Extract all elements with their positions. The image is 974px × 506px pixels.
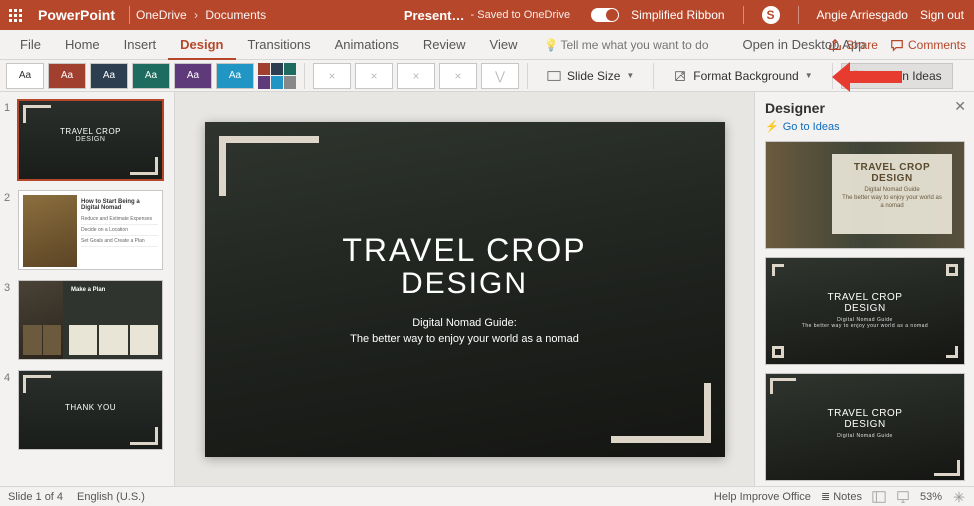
fit-to-window-icon[interactable] [952, 490, 966, 504]
tab-transitions[interactable]: Transitions [236, 30, 323, 60]
breadcrumb[interactable]: OneDrive › Documents [136, 8, 266, 22]
slide-size-button[interactable]: Slide Size▼ [536, 63, 645, 89]
format-background-button[interactable]: Format Background▼ [662, 63, 823, 89]
thumb-number: 1 [4, 100, 14, 180]
sign-out-link[interactable]: Sign out [920, 8, 964, 22]
variant-thumb-1[interactable]: × [313, 63, 351, 89]
thumb-number: 3 [4, 280, 14, 360]
tab-review[interactable]: Review [411, 30, 478, 60]
chevron-right-icon: › [194, 8, 198, 22]
workspace: 1 TRAVEL CROPDESIGN 2 How to Start Being… [0, 92, 974, 486]
help-improve-link[interactable]: Help Improve Office [714, 491, 811, 503]
user-name[interactable]: Angie Arriesgado [817, 8, 908, 22]
slide-counter[interactable]: Slide 1 of 4 [8, 491, 63, 503]
thumb-number: 2 [4, 190, 14, 270]
share-button[interactable]: Share [828, 38, 878, 52]
variant-more-button[interactable]: ⋁ [481, 63, 519, 89]
design-idea-1[interactable]: TRAVEL CROPDESIGNDigital Nomad GuideThe … [765, 141, 965, 249]
design-idea-3[interactable]: TRAVEL CROPDESIGNDigital Nomad Guide [765, 373, 965, 481]
separator [798, 6, 799, 24]
slide-thumbnail-panel[interactable]: 1 TRAVEL CROPDESIGN 2 How to Start Being… [0, 92, 175, 486]
go-to-ideas-link[interactable]: Go to Ideas [765, 120, 964, 133]
slide-canvas-area[interactable]: TRAVEL CROP DESIGN Digital Nomad Guide:T… [175, 92, 754, 486]
language-status[interactable]: English (U.S.) [77, 491, 145, 503]
design-ideas-icon [852, 69, 866, 83]
theme-thumb-5[interactable]: Aa [174, 63, 212, 89]
separator [832, 63, 833, 89]
slide-thumb-3[interactable]: Make a Plan [18, 280, 163, 360]
zoom-level[interactable]: 53% [920, 491, 942, 503]
designer-panel: ✕ Designer Go to Ideas TRAVEL CROPDESIGN… [754, 92, 974, 486]
variant-thumb-3[interactable]: × [397, 63, 435, 89]
title-bar: PowerPoint OneDrive › Documents Present…… [0, 0, 974, 30]
comments-button[interactable]: Comments [890, 38, 966, 52]
slide-thumb-2[interactable]: How to Start Being a Digital Nomad Reduc… [18, 190, 163, 270]
simplified-ribbon-toggle[interactable] [591, 8, 619, 22]
theme-thumb-6[interactable]: Aa [216, 63, 254, 89]
close-panel-icon[interactable]: ✕ [954, 98, 966, 115]
breadcrumb-location2[interactable]: Documents [205, 8, 266, 22]
theme-thumb-4[interactable]: Aa [132, 63, 170, 89]
tell-me-input[interactable] [560, 38, 720, 52]
separator [653, 63, 654, 89]
slide-thumb-1[interactable]: TRAVEL CROPDESIGN [18, 100, 163, 180]
variant-thumb-2[interactable]: × [355, 63, 393, 89]
app-name: PowerPoint [30, 7, 123, 23]
tab-file[interactable]: File [8, 30, 53, 60]
title-center: Present… - Saved to OneDrive [404, 8, 570, 23]
simplified-ribbon-label: Simplified Ribbon [631, 8, 724, 22]
slide-title-line2[interactable]: DESIGN [205, 267, 725, 301]
design-idea-2[interactable]: TRAVEL CROPDESIGNDigital Nomad GuideThe … [765, 257, 965, 365]
separator [527, 63, 528, 89]
file-name[interactable]: Present… [404, 8, 465, 23]
variant-thumb-4[interactable]: × [439, 63, 477, 89]
separator [129, 6, 130, 24]
slideshow-view-icon[interactable] [896, 490, 910, 504]
theme-thumb-3[interactable]: Aa [90, 63, 128, 89]
current-slide[interactable]: TRAVEL CROP DESIGN Digital Nomad Guide:T… [205, 122, 725, 457]
save-status: - Saved to OneDrive [471, 9, 571, 21]
menu-tabs: File Home Insert Design Transitions Anim… [0, 30, 974, 60]
thumb-number: 4 [4, 370, 14, 450]
separator [304, 63, 305, 89]
design-ideas-button[interactable]: Design Ideas [841, 63, 953, 89]
tab-animations[interactable]: Animations [323, 30, 411, 60]
slide-title-line1[interactable]: TRAVEL CROP [205, 232, 725, 269]
slide-thumb-4[interactable]: THANK YOU [18, 370, 163, 450]
designer-title: Designer [765, 100, 964, 116]
format-background-icon [673, 69, 687, 83]
theme-thumb-2[interactable]: Aa [48, 63, 86, 89]
normal-view-icon[interactable] [872, 490, 886, 504]
theme-more-button[interactable] [258, 63, 296, 89]
status-bar: Slide 1 of 4 English (U.S.) Help Improve… [0, 486, 974, 506]
notes-button[interactable]: ≣ Notes [821, 490, 862, 503]
theme-thumb-1[interactable]: Aa [6, 63, 44, 89]
tab-home[interactable]: Home [53, 30, 112, 60]
tab-insert[interactable]: Insert [112, 30, 169, 60]
ribbon: Aa Aa Aa Aa Aa Aa × × × × ⋁ Slide Size▼ … [0, 60, 974, 92]
tab-view[interactable]: View [478, 30, 530, 60]
skype-icon[interactable]: S [762, 6, 780, 24]
breadcrumb-location1[interactable]: OneDrive [136, 8, 187, 22]
app-launcher-icon[interactable] [0, 0, 30, 30]
slide-subtitle[interactable]: Digital Nomad Guide:The better way to en… [205, 315, 725, 348]
bulb-icon: 💡 [544, 38, 559, 52]
separator [743, 6, 744, 24]
slide-size-icon [547, 69, 561, 83]
tab-design[interactable]: Design [168, 30, 235, 60]
